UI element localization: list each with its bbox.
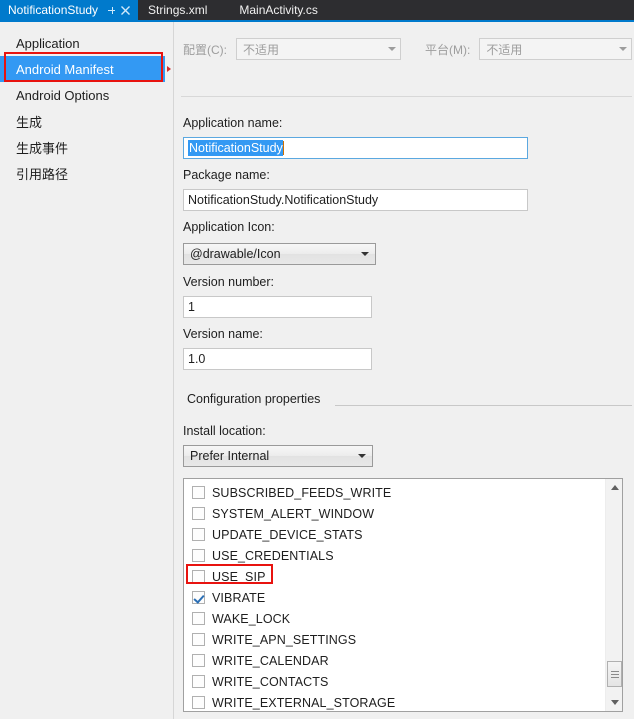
configuration-dropdown[interactable]: 不适用 xyxy=(236,38,401,60)
permission-checkbox[interactable] xyxy=(192,633,205,646)
permission-checkbox[interactable] xyxy=(192,591,205,604)
application-icon-dropdown[interactable]: @drawable/Icon xyxy=(183,243,376,265)
application-icon-value: @drawable/Icon xyxy=(190,247,281,261)
header-divider xyxy=(181,96,632,97)
required-permissions-listbox[interactable]: SUBSCRIBED_FEEDS_WRITE SYSTEM_ALERT_WINDO… xyxy=(183,478,623,712)
project-properties-sidebar: Application Android Manifest Android Opt… xyxy=(0,22,174,719)
permission-checkbox[interactable] xyxy=(192,612,205,625)
sidebar-item-label: 生成事件 xyxy=(16,140,69,156)
configuration-platform-row: 配置(C): 不适用 平台(M): 不适用 xyxy=(175,36,634,62)
chevron-down-icon xyxy=(388,47,396,51)
sidebar-item-android-manifest-wrap: Android Manifest xyxy=(0,56,173,82)
tab-label: MainActivity.cs xyxy=(239,3,318,17)
editor-tab-bar: NotificationStudy Strings.xml MainActivi… xyxy=(0,0,634,22)
application-name-value: NotificationStudy xyxy=(188,140,283,156)
version-number-value: 1 xyxy=(188,300,195,314)
permission-label: SYSTEM_ALERT_WINDOW xyxy=(212,506,375,521)
scroll-up-icon[interactable] xyxy=(606,479,622,496)
sidebar-item-label: 引用路径 xyxy=(16,166,69,182)
permissions-list: SUBSCRIBED_FEEDS_WRITE SYSTEM_ALERT_WINDO… xyxy=(184,479,605,711)
package-name-input[interactable]: NotificationStudy.NotificationStudy xyxy=(183,189,528,211)
scrollbar-thumb[interactable] xyxy=(607,661,622,687)
package-name-value: NotificationStudy.NotificationStudy xyxy=(188,193,379,207)
permission-checkbox[interactable] xyxy=(192,486,205,499)
sidebar-item-build[interactable]: 生成 xyxy=(0,108,173,134)
platform-dropdown[interactable]: 不适用 xyxy=(479,38,633,60)
permission-label: WAKE_LOCK xyxy=(212,611,291,626)
pin-icon[interactable] xyxy=(105,3,118,17)
permission-row[interactable]: WRITE_CALENDAR xyxy=(188,650,605,671)
platform-label: 平台(M): xyxy=(425,42,471,57)
close-icon[interactable] xyxy=(119,3,132,17)
version-name-input[interactable]: 1.0 xyxy=(183,348,372,370)
permission-row[interactable]: USE_SIP xyxy=(188,566,605,587)
permission-row[interactable]: WRITE_EXTERNAL_STORAGE xyxy=(188,692,605,711)
version-name-value: 1.0 xyxy=(188,352,206,366)
sidebar-item-label: 生成 xyxy=(16,114,43,130)
sidebar-item-label: Android Options xyxy=(16,87,110,103)
version-number-input[interactable]: 1 xyxy=(183,296,372,318)
permission-label: VIBRATE xyxy=(212,590,266,605)
sidebar-item-android-manifest[interactable]: Android Manifest xyxy=(0,56,165,82)
tab-notificationstudy[interactable]: NotificationStudy xyxy=(0,0,139,20)
version-number-label: Version number: xyxy=(183,275,275,289)
sidebar-item-application[interactable]: Application xyxy=(0,30,173,56)
group-divider xyxy=(335,405,632,406)
text-cursor xyxy=(282,141,284,155)
permission-checkbox[interactable] xyxy=(192,528,205,541)
sidebar-item-android-options[interactable]: Android Options xyxy=(0,82,173,108)
install-location-label: Install location: xyxy=(183,424,266,438)
permission-checkbox[interactable] xyxy=(192,675,205,688)
permission-checkbox[interactable] xyxy=(192,507,205,520)
application-name-input[interactable]: NotificationStudy xyxy=(183,137,528,159)
chevron-down-icon xyxy=(619,47,628,51)
permission-checkbox[interactable] xyxy=(192,696,205,709)
platform-value: 不适用 xyxy=(486,42,523,57)
permission-label: SUBSCRIBED_FEEDS_WRITE xyxy=(212,485,392,500)
permission-row[interactable]: UPDATE_DEVICE_STATS xyxy=(188,524,605,545)
sidebar-item-label: Application xyxy=(16,35,80,51)
tab-label: NotificationStudy xyxy=(8,3,99,17)
install-location-value: Prefer Internal xyxy=(190,449,270,463)
permission-row[interactable]: WRITE_APN_SETTINGS xyxy=(188,629,605,650)
permission-label: WRITE_EXTERNAL_STORAGE xyxy=(212,695,396,710)
configuration-value: 不适用 xyxy=(243,42,280,57)
chevron-down-icon xyxy=(358,454,366,458)
application-icon-label: Application Icon: xyxy=(183,220,275,234)
sidebar-item-label: Android Manifest xyxy=(16,61,114,77)
permission-checkbox[interactable] xyxy=(192,549,205,562)
tab-label: Strings.xml xyxy=(148,3,208,17)
grip-icon xyxy=(610,669,619,680)
permission-label: WRITE_CONTACTS xyxy=(212,674,329,689)
permission-row[interactable]: SUBSCRIBED_FEEDS_WRITE xyxy=(188,482,605,503)
configuration-properties-group-title: Configuration properties xyxy=(187,392,327,406)
permission-label: WRITE_APN_SETTINGS xyxy=(212,632,357,647)
permission-row[interactable]: WAKE_LOCK xyxy=(188,608,605,629)
permission-label: WRITE_CALENDAR xyxy=(212,653,329,668)
permission-row[interactable]: USE_CREDENTIALS xyxy=(188,545,605,566)
permission-row[interactable]: VIBRATE xyxy=(188,587,605,608)
permission-label: UPDATE_DEVICE_STATS xyxy=(212,527,363,542)
tab-strings-xml[interactable]: Strings.xml xyxy=(138,0,217,20)
sidebar-item-reference-paths[interactable]: 引用路径 xyxy=(0,160,173,186)
permission-checkbox[interactable] xyxy=(192,654,205,667)
permission-checkbox[interactable] xyxy=(192,570,205,583)
scroll-down-icon[interactable] xyxy=(606,694,622,711)
configuration-label: 配置(C): xyxy=(183,42,227,57)
permission-row[interactable]: SYSTEM_ALERT_WINDOW xyxy=(188,503,605,524)
sidebar-item-build-events[interactable]: 生成事件 xyxy=(0,134,173,160)
chevron-down-icon xyxy=(361,252,369,256)
permissions-scrollbar[interactable] xyxy=(605,479,622,711)
install-location-dropdown[interactable]: Prefer Internal xyxy=(183,445,373,467)
permission-label: USE_CREDENTIALS xyxy=(212,548,334,563)
permission-row[interactable]: WRITE_CONTACTS xyxy=(188,671,605,692)
version-name-label: Version name: xyxy=(183,327,263,341)
permission-label: USE_SIP xyxy=(212,569,266,584)
tab-mainactivity-cs[interactable]: MainActivity.cs xyxy=(217,0,327,20)
package-name-label: Package name: xyxy=(183,168,270,182)
application-name-label: Application name: xyxy=(183,116,283,130)
